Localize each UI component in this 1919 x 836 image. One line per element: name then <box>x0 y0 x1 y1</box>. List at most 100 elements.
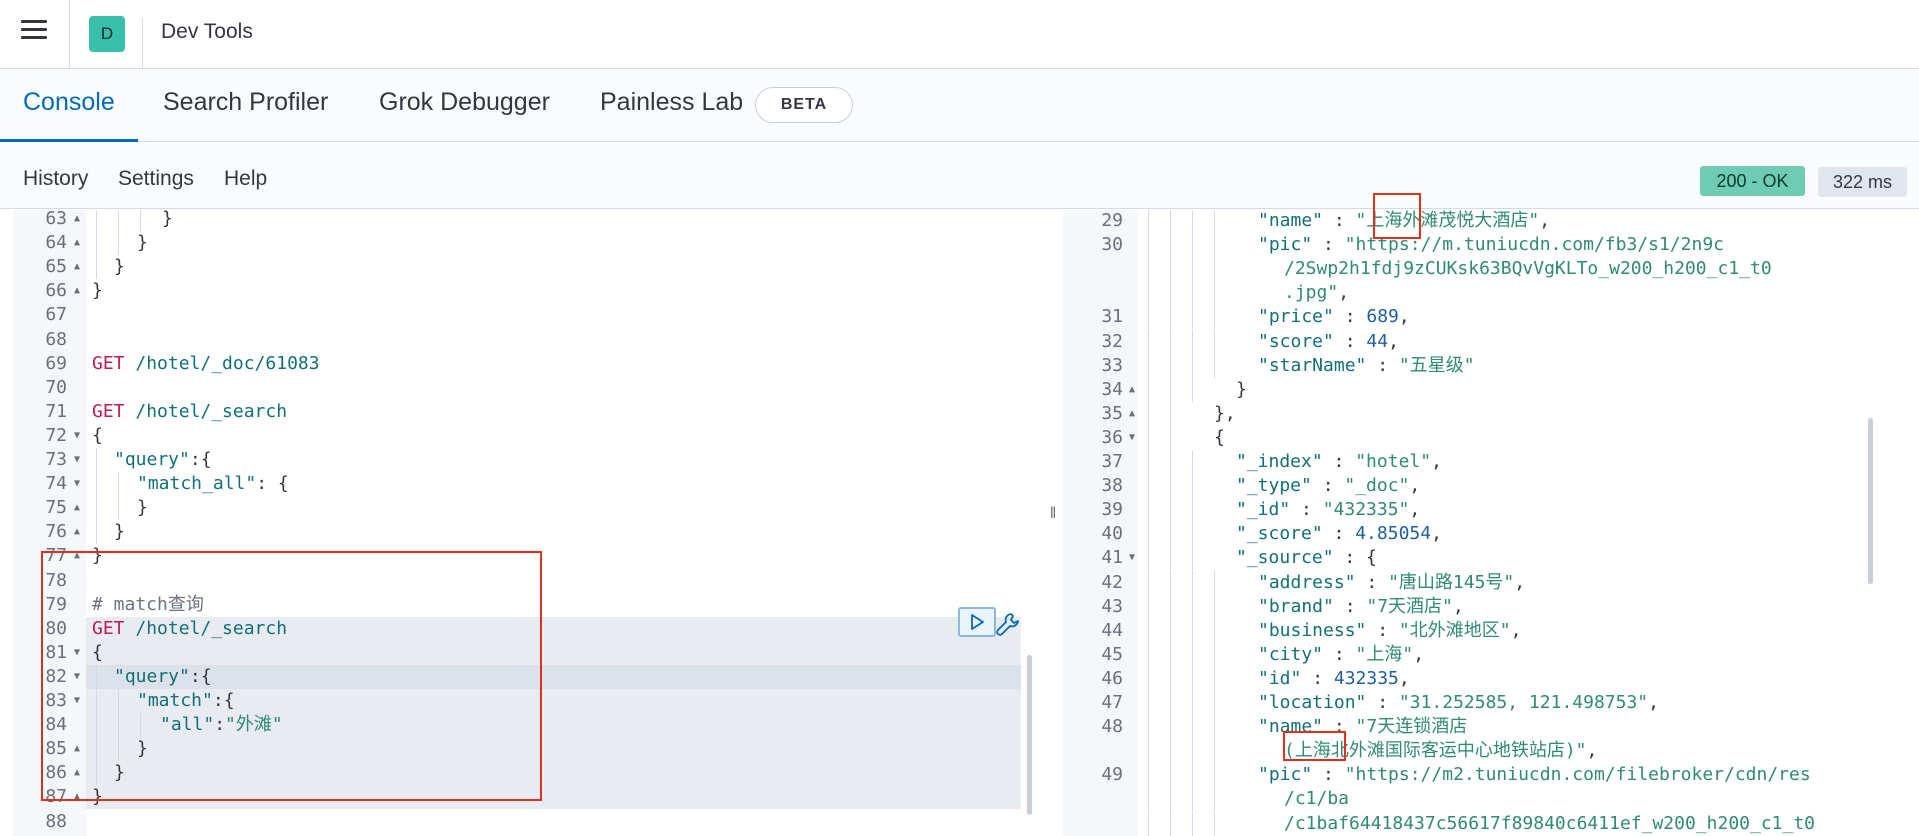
code-token: "starName" <box>1258 354 1367 376</box>
indent-guide <box>118 713 119 738</box>
code-token: "北外滩地区" <box>1398 619 1511 641</box>
fold-close-icon[interactable]: ▲ <box>71 496 83 520</box>
fold-close-icon[interactable]: ▲ <box>1126 402 1138 426</box>
code-text: "_score" : 4.85054, <box>1236 522 1442 546</box>
indent-guide <box>118 496 119 521</box>
fold-close-icon[interactable]: ▲ <box>71 279 83 303</box>
fold-open-icon[interactable]: ▼ <box>71 665 83 689</box>
response-output[interactable]: 29 "name" : "上海外滩茂悦大酒店", 30 "pic" : "https:… <box>1063 210 1907 836</box>
menu-icon[interactable] <box>21 20 47 44</box>
code-token: , <box>1398 306 1410 328</box>
fold-open-icon[interactable]: ▼ <box>1126 426 1138 450</box>
indent-guide <box>1192 691 1193 715</box>
indent-guide <box>1170 377 1171 402</box>
indent-guide <box>1148 425 1149 450</box>
indent-guide <box>1214 691 1215 715</box>
line-number: 86 <box>45 762 67 784</box>
output-scrollbar[interactable] <box>1868 418 1873 584</box>
line-number: 85 <box>45 738 67 760</box>
tab-painless-lab[interactable]: Painless Lab <box>600 88 743 117</box>
fold-close-icon[interactable]: ▲ <box>71 761 83 785</box>
play-icon <box>971 614 984 630</box>
code-line: 41 ▼ "_source" : { <box>1063 546 1907 571</box>
indent-guide <box>96 713 97 738</box>
code-token: # match查询 <box>92 593 204 615</box>
indent-guide <box>1148 594 1149 619</box>
fold-open-icon[interactable]: ▼ <box>1126 546 1138 570</box>
fold-close-icon[interactable]: ▲ <box>71 737 83 761</box>
line-number: 75 <box>45 497 67 519</box>
indent-guide <box>1192 666 1193 691</box>
line-number: 77 <box>45 545 67 567</box>
code-line: 83 ▼ "match":{ <box>45 689 1021 713</box>
code-line: 80 GET /hotel/_search <box>45 616 1021 641</box>
fold-close-icon[interactable]: ▲ <box>71 785 83 809</box>
code-line: 37 "_index" : "hotel", <box>1063 450 1907 474</box>
code-line: 79 # match查询 <box>13 593 1047 617</box>
fold-close-icon[interactable]: ▲ <box>71 544 83 568</box>
fold-open-icon[interactable]: ▼ <box>71 472 83 496</box>
line-number: 83 <box>45 690 67 711</box>
send-request-button[interactable] <box>958 607 996 637</box>
code-token: "432335" <box>1322 499 1410 521</box>
fold-close-icon[interactable]: ▲ <box>1126 378 1138 402</box>
code-token: : <box>1323 210 1356 231</box>
code-token: 432335 <box>1333 667 1399 689</box>
code-token: "https://m2.tuniucdn.com/filebroker/cdn/… <box>1344 764 1811 786</box>
code-text: } <box>114 761 125 785</box>
indent-guide <box>1192 594 1193 619</box>
code-token: GET <box>92 617 125 639</box>
history-link[interactable]: History <box>23 167 88 191</box>
line-number: 65 <box>45 256 67 278</box>
line-number: 42 <box>1101 571 1123 593</box>
code-line: 73 ▼ "query":{ <box>13 448 1047 472</box>
editor-scrollbar[interactable] <box>1027 655 1032 815</box>
fold-open-icon[interactable]: ▼ <box>71 641 83 665</box>
settings-link[interactable]: Settings <box>118 167 194 191</box>
line-number: 45 <box>1101 643 1123 665</box>
code-token: "business" <box>1258 619 1367 641</box>
fold-close-icon[interactable]: ▲ <box>71 520 83 544</box>
fold-close-icon[interactable]: ▲ <box>71 210 83 231</box>
code-token: "五星级" <box>1398 354 1475 376</box>
code-text: "name" : "上海外滩茂悦大酒店", <box>1258 210 1550 233</box>
tab-console[interactable]: Console <box>23 88 115 117</box>
code-text: "_type" : "_doc", <box>1236 474 1420 498</box>
tab-search-profiler[interactable]: Search Profiler <box>163 88 328 117</box>
code-line: 68 <box>13 328 1047 352</box>
fold-close-icon[interactable]: ▲ <box>71 255 83 279</box>
code-token: "https://m.tuniucdn.com/fb3/s1/2n9c <box>1344 234 1724 256</box>
code-line: 72 ▼ { <box>13 424 1047 448</box>
code-line: (上海北外滩国际客运中心地铁站店)", <box>1063 739 1907 764</box>
page-title: Dev Tools <box>161 20 253 43</box>
code-token: : <box>1333 330 1367 352</box>
indent-guide <box>1214 210 1215 233</box>
line-number: 76 <box>45 521 67 543</box>
panel-resize-handle[interactable]: ‖ <box>1048 505 1058 525</box>
code-token: "pic" <box>1258 234 1313 256</box>
code-text: "pic" : "https://m.tuniucdn.com/fb3/s1/2… <box>1258 233 1724 257</box>
code-line: 81 ▼ { <box>45 640 1021 665</box>
code-token: } <box>137 497 148 519</box>
tab-grok-debugger[interactable]: Grok Debugger <box>379 88 550 117</box>
indent-guide <box>1170 594 1171 619</box>
indent-guide <box>118 472 119 497</box>
fold-open-icon[interactable]: ▼ <box>71 424 83 448</box>
code-token: "31.252585, 121.498753" <box>1398 692 1649 713</box>
indent-guide <box>1192 281 1193 306</box>
fold-open-icon[interactable]: ▼ <box>71 448 83 472</box>
wrench-icon[interactable] <box>995 611 1021 637</box>
code-text: (上海北外滩国际客运中心地铁站店)", <box>1284 739 1597 763</box>
code-text: "pic" : "https://m2.tuniucdn.com/filebro… <box>1258 763 1811 787</box>
fold-close-icon[interactable]: ▲ <box>71 231 83 255</box>
indent-guide <box>1192 715 1193 740</box>
code-token: "price" <box>1258 306 1334 328</box>
help-link[interactable]: Help <box>224 167 267 191</box>
fold-open-icon[interactable]: ▼ <box>71 689 83 713</box>
tab-bar: Console Search Profiler Grok Debugger Pa… <box>0 70 1919 142</box>
request-editor[interactable]: 63 ▲} 64 ▲} 65 ▲} 66 ▲} 67 68 69 GET /hotel/_doc/61… <box>13 210 1047 836</box>
code-token: "_score" <box>1236 523 1323 545</box>
app-avatar[interactable]: D <box>89 16 125 52</box>
line-number: 47 <box>1101 692 1123 713</box>
code-line: 40 "_score" : 4.85054, <box>1063 522 1907 547</box>
